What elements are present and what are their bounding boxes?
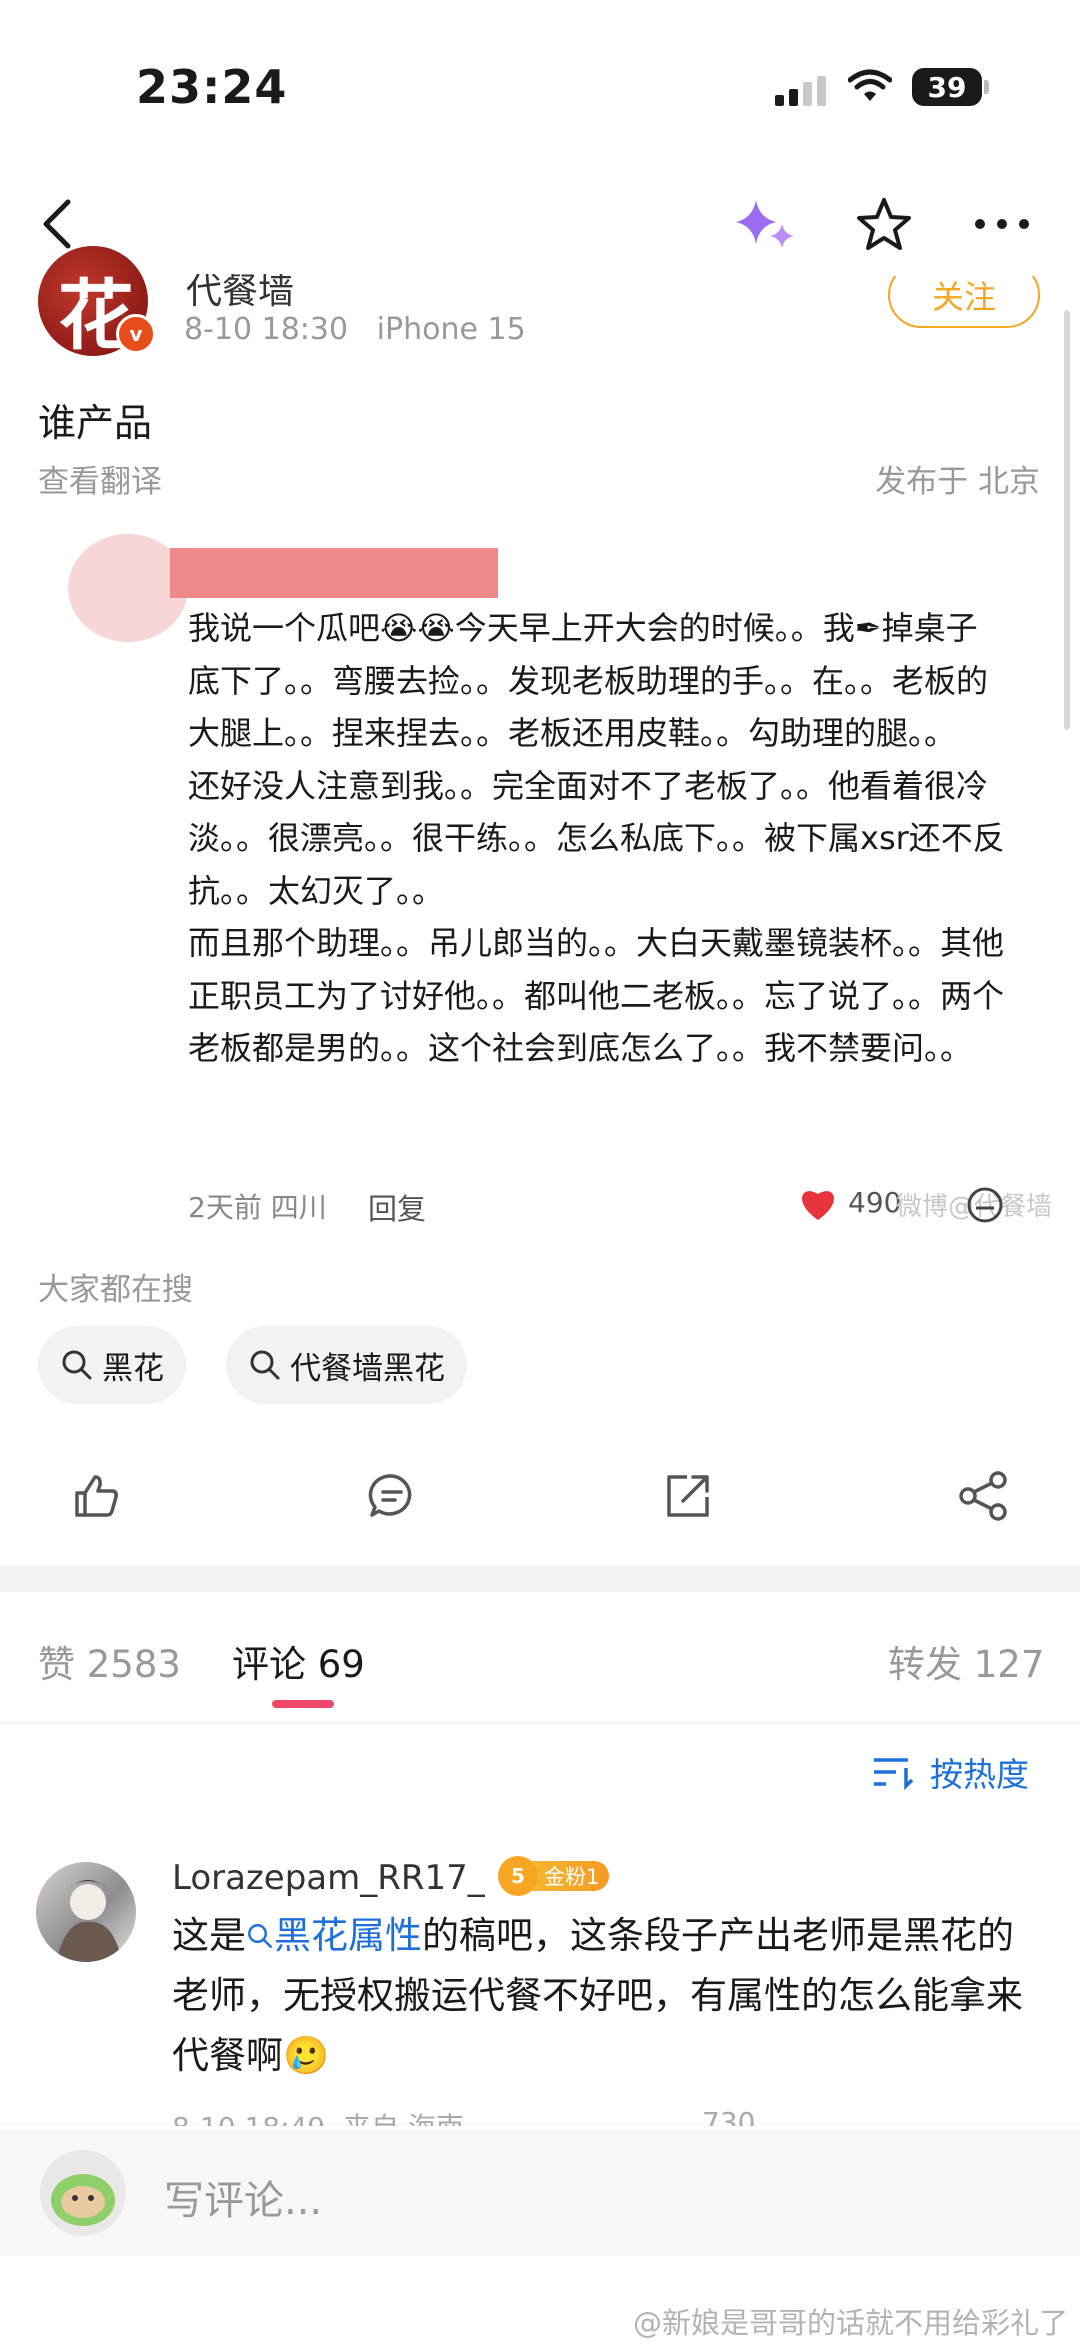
battery-tip (984, 80, 989, 94)
sort-icon (874, 1758, 914, 1790)
tab-active-indicator (272, 1700, 334, 1708)
quoted-more-icon (966, 1186, 1004, 1228)
battery-icon: 39 (912, 68, 982, 106)
more-button[interactable] (972, 192, 1032, 256)
tab-likes[interactable]: 赞 2583 (38, 1634, 181, 1688)
favorite-button[interactable] (852, 192, 916, 256)
crown-icon: 5 (498, 1856, 538, 1896)
comment-text-before: 这是 (172, 1914, 246, 1957)
star-icon (857, 198, 911, 250)
page-watermark: @新娘是哥哥的话就不用给彩礼了 (632, 2306, 1068, 2340)
topic-link[interactable]: 黑花属性 (246, 1914, 422, 1957)
like-button[interactable] (66, 1466, 126, 1526)
comment-input-area[interactable] (0, 2130, 1080, 2256)
sparkle-icon (736, 200, 794, 248)
more-dots-icon (975, 219, 1029, 229)
my-avatar (40, 2150, 126, 2236)
share-icon (959, 1471, 1007, 1521)
verified-badge: v (116, 314, 156, 354)
ai-summary-button[interactable] (730, 192, 800, 256)
comment-input[interactable]: 写评论... (164, 2168, 322, 2226)
search-icon (62, 1350, 92, 1380)
fan-badge-label: 金粉1 (530, 1861, 610, 1891)
like-icon (75, 1475, 118, 1517)
search-chip[interactable]: 黑花 (38, 1326, 186, 1404)
search-chip-label: 黑花 (102, 1350, 164, 1387)
post-title: 谁产品 (38, 401, 153, 445)
comment-button[interactable] (362, 1466, 422, 1526)
search-heading: 大家都在搜 (38, 1272, 193, 1308)
quoted-name-redacted (170, 548, 498, 598)
quoted-reply: 回复 (368, 1192, 427, 1226)
tab-reposts[interactable]: 转发 127 (888, 1634, 1044, 1688)
heart-icon (798, 1186, 838, 1226)
scrollbar[interactable] (1064, 310, 1070, 730)
search-chip[interactable]: 代餐墙黑花 (226, 1326, 467, 1404)
status-time: 23:24 (136, 60, 288, 114)
commenter-name[interactable]: Lorazepam_RR17_ (172, 1858, 485, 1898)
translate-link[interactable]: 查看翻译 (38, 456, 162, 501)
section-divider (0, 1566, 1080, 1592)
sort-button[interactable]: 按热度 (872, 1748, 1029, 1796)
search-icon (250, 1350, 280, 1380)
tab-comments[interactable]: 评论 69 (232, 1634, 365, 1688)
fan-badge: 5 金粉1 (498, 1856, 610, 1896)
topic-link-label: 黑花属性 (274, 1914, 422, 1957)
wifi-icon (847, 68, 893, 108)
search-icon (248, 1924, 272, 1948)
sort-label: 按热度 (930, 1755, 1029, 1794)
search-chip-label: 代餐墙黑花 (290, 1350, 445, 1387)
post-location: 发布于 北京 (875, 464, 1040, 500)
post-meta: 8-10 18:30 iPhone 15 (184, 312, 526, 347)
share-button[interactable] (954, 1466, 1014, 1526)
author-name[interactable]: 代餐墙 (186, 274, 294, 314)
chevron-left-icon (43, 199, 71, 249)
repost-icon (667, 1475, 709, 1517)
back-button[interactable] (32, 192, 82, 256)
repost-button[interactable] (658, 1466, 718, 1526)
comment-text: 这是 黑花属性的稿吧，这条段子产出老师是黑花的老师，无授权搬运代餐不好吧，有属性的… (172, 1906, 1032, 2086)
comment-icon (368, 1474, 412, 1517)
signal-icon (775, 76, 827, 106)
quoted-comment-text: 我说一个瓜吧😭😭今天早上开大会的时候。。我✒掉桌子底下了。。弯腰去捡。。发现老板… (188, 609, 1005, 1067)
quoted-likes: 490 (848, 1186, 902, 1219)
commenter-avatar[interactable] (36, 1862, 136, 1962)
tabs-divider (0, 1722, 1080, 1724)
follow-button[interactable]: 关注 (888, 276, 1040, 328)
quoted-meta: 2天前 四川 (188, 1191, 327, 1224)
